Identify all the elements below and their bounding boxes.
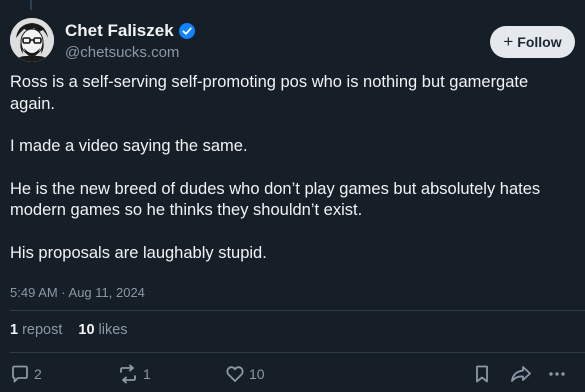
repost-count: 1 [143, 366, 151, 382]
post-paragraph: I made a video saying the same. [10, 137, 248, 155]
more-options-button[interactable] [547, 364, 567, 384]
follow-button[interactable]: + Follow [490, 26, 575, 58]
divider [10, 310, 585, 311]
post-actions: 2 1 10 [10, 364, 575, 386]
reply-count: 2 [34, 366, 42, 382]
divider [10, 352, 585, 353]
plus-icon: + [503, 32, 514, 51]
likes-count: 10 [78, 322, 95, 338]
post-paragraph: Ross is a self-serving self-promoting po… [10, 73, 529, 113]
author-info: Chet Faliszek @chetsucks.com [65, 21, 195, 61]
ellipsis-icon [549, 372, 565, 376]
post-paragraph: His proposals are laughably stupid. [10, 243, 267, 262]
bookmark-icon [476, 365, 488, 383]
bookmark-button[interactable] [473, 364, 491, 384]
reply-icon [12, 365, 28, 383]
like-count: 10 [249, 366, 265, 382]
thread-connector-line [30, 0, 32, 10]
share-icon [511, 366, 531, 382]
like-button[interactable]: 10 [225, 364, 265, 384]
follow-button-label: Follow [517, 34, 562, 50]
share-button[interactable] [510, 364, 532, 384]
reposts-label: repost [22, 322, 63, 338]
reposts-count: 1 [10, 322, 19, 338]
avatar-portrait-icon [10, 18, 54, 62]
post-header: Chet Faliszek @chetsucks.com + Follow [10, 16, 575, 64]
author-name[interactable]: Chet Faliszek [65, 21, 174, 41]
reposts-stat[interactable]: 1 repost [10, 322, 62, 338]
post-timestamp[interactable]: 5:49 AM · Aug 11, 2024 [10, 285, 145, 300]
engagement-stats: 1 repost 10 likes [10, 322, 128, 338]
reply-button[interactable]: 2 [10, 364, 42, 384]
repost-icon [120, 364, 136, 384]
heart-icon [226, 366, 244, 382]
likes-label: likes [98, 322, 128, 338]
post-text: Ross is a self-serving self-promoting po… [10, 72, 570, 285]
avatar[interactable] [10, 18, 54, 62]
post-paragraph: He is the new breed of dudes who don’t p… [10, 179, 541, 220]
verified-badge-icon [178, 23, 195, 39]
repost-button[interactable]: 1 [117, 364, 151, 384]
author-handle[interactable]: @chetsucks.com [65, 44, 195, 61]
likes-stat[interactable]: 10 likes [78, 322, 127, 338]
